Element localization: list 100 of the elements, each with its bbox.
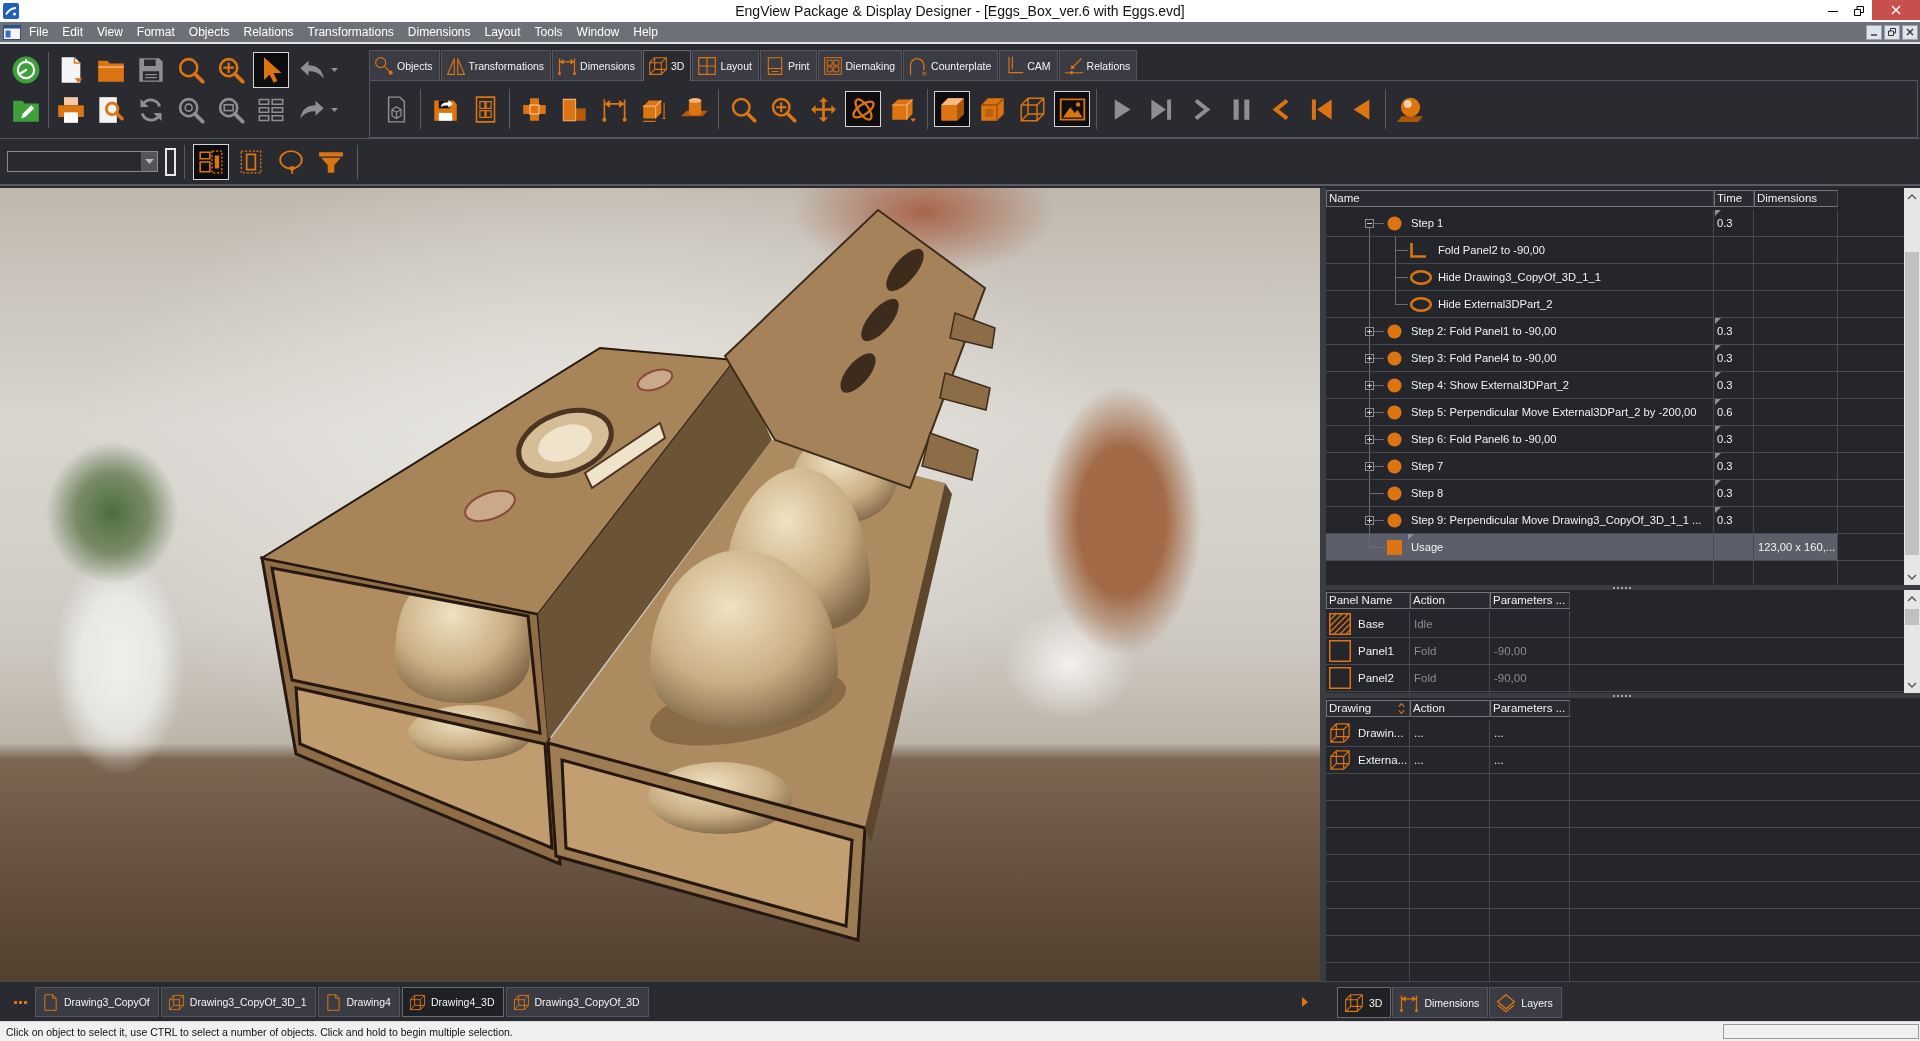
column-header[interactable]: Parameters ... <box>1490 700 1570 717</box>
tree-row[interactable]: Hide Drawing3_CopyOf_3D_1_1 <box>1326 264 1838 291</box>
expand-icon[interactable] <box>1365 354 1374 363</box>
cube-icon <box>1329 722 1351 744</box>
menu-item[interactable]: Edit <box>55 22 91 42</box>
menu-item[interactable]: Help <box>626 22 665 42</box>
cube-icon <box>408 993 426 1011</box>
tree-item-label: Step 7 <box>1411 460 1444 472</box>
drawing-name: Drawin... <box>1358 727 1404 739</box>
grip-icon[interactable] <box>1613 694 1631 697</box>
ribbon-tab[interactable]: Relations <box>1058 50 1138 80</box>
panel-tab[interactable]: 3D <box>1337 987 1392 1018</box>
menu-item[interactable]: Window <box>569 22 627 42</box>
tree-row[interactable]: Fold Panel2 to -90,00 <box>1326 237 1838 264</box>
menu-item[interactable]: File <box>22 22 56 42</box>
expand-icon[interactable] <box>1365 381 1374 390</box>
tree-row[interactable]: Usage 123,00 x 160,... <box>1326 534 1838 561</box>
menu-item[interactable]: Transformations <box>300 22 401 42</box>
close-icon <box>1906 28 1914 36</box>
menu-item[interactable]: Dimensions <box>400 22 478 42</box>
tree-row[interactable]: Hide External3DPart_2 <box>1326 291 1838 318</box>
ribbon-tab[interactable]: Transformations <box>440 50 552 80</box>
tree-row[interactable]: Step 4: Show External3DPart_2 0.3 <box>1326 372 1838 399</box>
ribbon-tab[interactable]: Objects <box>369 50 440 80</box>
menu-item[interactable]: View <box>90 22 130 42</box>
column-header[interactable]: Dimensions <box>1754 190 1838 207</box>
cross-shape-icon <box>520 95 548 123</box>
action-cell: Idle <box>1414 618 1433 630</box>
collapse-icon[interactable] <box>1365 219 1374 228</box>
tree-row[interactable]: Step 1 0.3 <box>1326 210 1838 237</box>
document-tab[interactable]: Drawing3_CopyOf_3D_1 <box>160 987 316 1017</box>
ribbon-tab[interactable]: Dimensions <box>552 50 642 80</box>
tree-row[interactable]: Step 7 0.3 <box>1326 453 1838 480</box>
background-button[interactable] <box>1054 91 1090 127</box>
panel-tab[interactable]: Layers <box>1489 987 1562 1018</box>
dropdown-field[interactable] <box>7 151 158 172</box>
menu-item[interactable]: Relations <box>236 22 301 42</box>
scrollbar[interactable] <box>1904 590 1920 693</box>
sort-icon[interactable] <box>1397 702 1406 715</box>
tree-item-label: Step 9: Perpendicular Move Drawing3_CopyOf_3D_1_1 ... <box>1411 514 1702 526</box>
parameters-cell: -90,00 <box>1494 645 1527 657</box>
rotate-button[interactable] <box>845 91 881 127</box>
tree-item-label: Fold Panel2 to -90,00 <box>1438 244 1545 256</box>
column-header[interactable]: Time <box>1714 190 1754 207</box>
color-swatch-icon[interactable] <box>165 147 176 176</box>
menu-item[interactable]: Tools <box>527 22 570 42</box>
panel-tab[interactable]: Dimensions <box>1392 987 1489 1018</box>
ribbon-tab[interactable]: Layout <box>692 50 759 80</box>
tree-row[interactable]: Step 8 0.3 <box>1326 480 1838 507</box>
dot-icon <box>1387 377 1402 393</box>
corner-mark-icon <box>1715 507 1721 513</box>
menu-item[interactable]: Format <box>129 22 182 42</box>
ribbon-tab[interactable]: CAM <box>999 50 1058 80</box>
tree-row[interactable]: Step 3: Fold Panel4 to -90,00 0.3 <box>1326 345 1838 372</box>
dot-icon <box>1387 323 1402 339</box>
select-tool-button[interactable] <box>253 52 289 88</box>
document-tab[interactable]: Drawing3_CopyOf <box>35 987 159 1017</box>
expand-icon[interactable] <box>1365 462 1374 471</box>
tree-row[interactable]: Step 2: Fold Panel1 to -90,00 0.3 <box>1326 318 1838 345</box>
column-header[interactable]: Name <box>1326 190 1714 207</box>
document-tab[interactable]: Drawing4 <box>317 987 400 1017</box>
close-button[interactable] <box>1902 24 1918 40</box>
column-header[interactable]: Drawing <box>1326 700 1410 717</box>
corner-mark-icon <box>1408 534 1414 540</box>
minimize-button[interactable] <box>1866 24 1882 40</box>
expand-icon[interactable] <box>1365 516 1374 525</box>
grip-icon[interactable] <box>1613 586 1631 589</box>
parameters-cell: ... <box>1494 727 1504 739</box>
column-header[interactable]: Panel Name <box>1326 592 1410 609</box>
document-tab[interactable]: Drawing4_3D <box>401 987 504 1017</box>
restore-icon <box>1854 6 1864 16</box>
tree-row[interactable]: Step 6: Fold Panel6 to -90,00 0.3 <box>1326 426 1838 453</box>
scrollbar[interactable] <box>1904 188 1920 585</box>
time-value: 0.3 <box>1717 217 1733 229</box>
column-header[interactable]: Action <box>1410 592 1490 609</box>
menu-item[interactable]: Layout <box>477 22 528 42</box>
scrollbar-thumb[interactable] <box>1905 252 1919 555</box>
column-header[interactable]: Action <box>1410 700 1490 717</box>
document-icon <box>324 993 342 1011</box>
ribbon-tab[interactable]: Diemaking <box>817 50 903 80</box>
restore-button[interactable] <box>1884 24 1900 40</box>
tree-item-label: Step 5: Perpendicular Move External3DPart_2 by -200,00 <box>1411 406 1697 418</box>
drawing-name: Externa... <box>1358 754 1408 766</box>
dimensions-cell: 123,00 x 160,... <box>1754 534 1838 561</box>
panel-name: Panel1 <box>1358 645 1394 657</box>
select-group-button[interactable] <box>193 143 229 180</box>
scrollbar-thumb[interactable] <box>1905 609 1919 625</box>
solid-view-button[interactable] <box>934 91 970 127</box>
expand-icon[interactable] <box>1365 435 1374 444</box>
ribbon-tab[interactable]: Print <box>759 50 817 80</box>
ribbon-tab[interactable]: 3D <box>642 50 692 81</box>
expand-icon[interactable] <box>1365 327 1374 336</box>
ribbon-tab[interactable]: Counterplate <box>903 50 999 80</box>
document-tab[interactable]: Drawing3_CopyOf_3D <box>505 987 649 1017</box>
expand-icon[interactable] <box>1365 408 1374 417</box>
select-group-icon <box>198 148 224 175</box>
tree-row[interactable]: Step 5: Perpendicular Move External3DPart_2 by -200,00 0.6 <box>1326 399 1838 426</box>
caret-icon <box>144 159 154 164</box>
column-header[interactable]: Parameters ... <box>1490 592 1570 609</box>
menu-item[interactable]: Objects <box>181 22 237 42</box>
